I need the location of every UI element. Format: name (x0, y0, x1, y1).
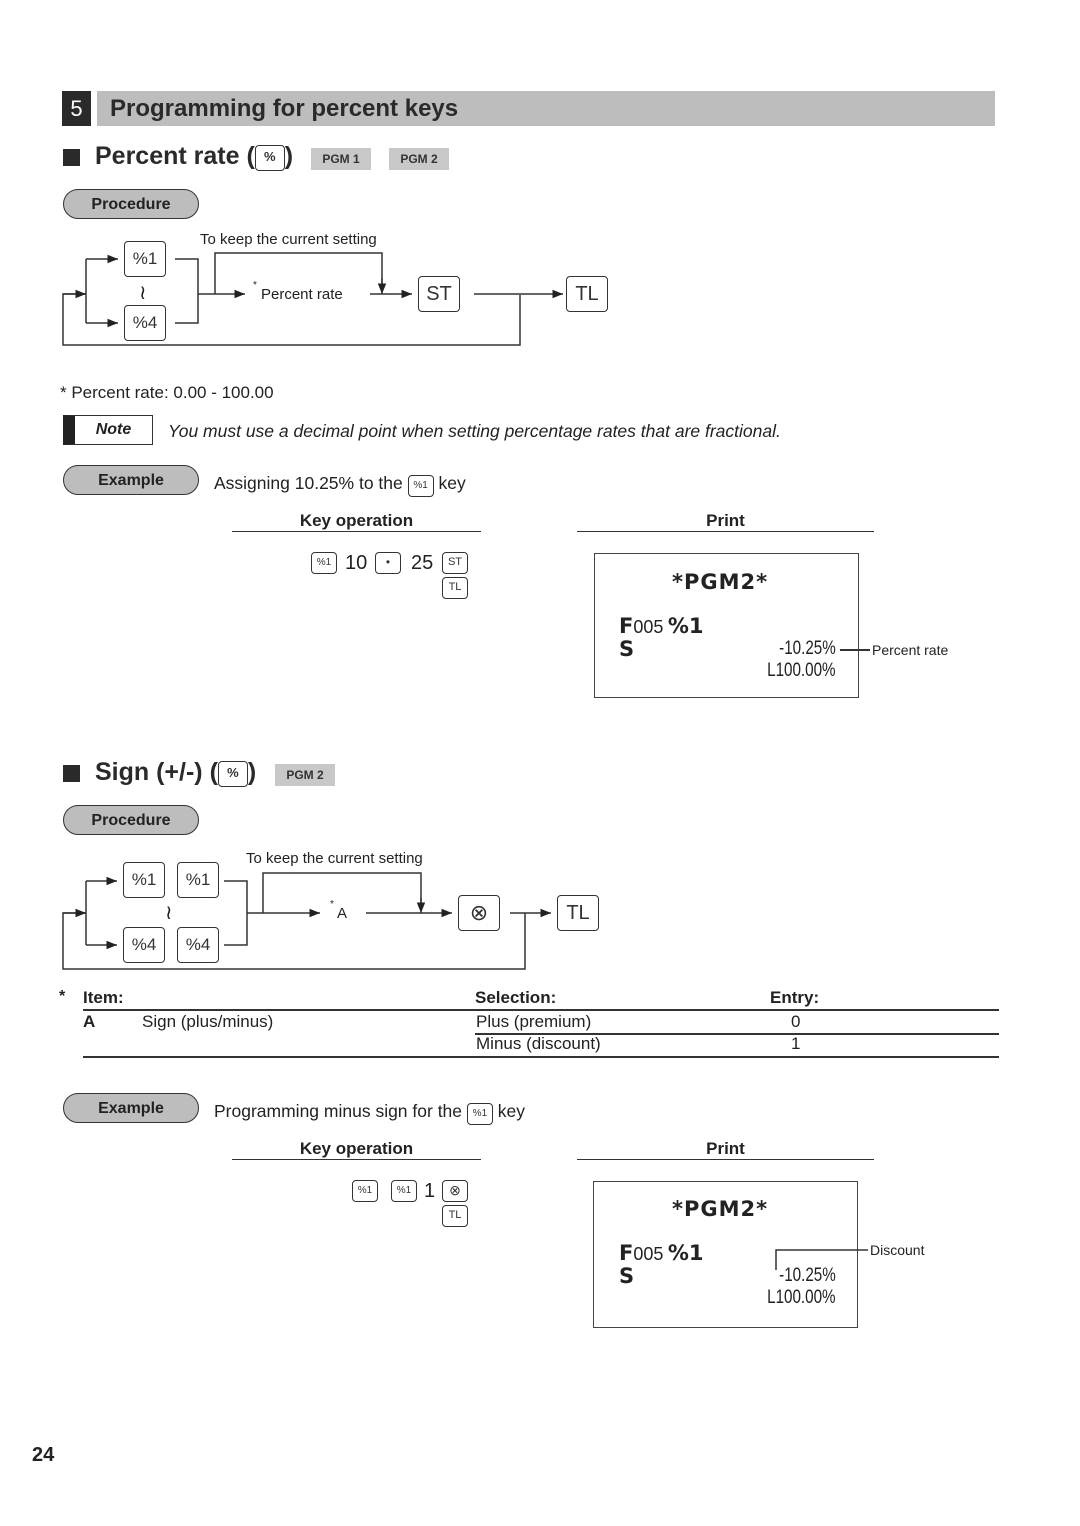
page-number: 24 (32, 1444, 55, 1466)
discount-callout-line (775, 1249, 868, 1270)
discount-callout: Discount (870, 1242, 925, 1258)
